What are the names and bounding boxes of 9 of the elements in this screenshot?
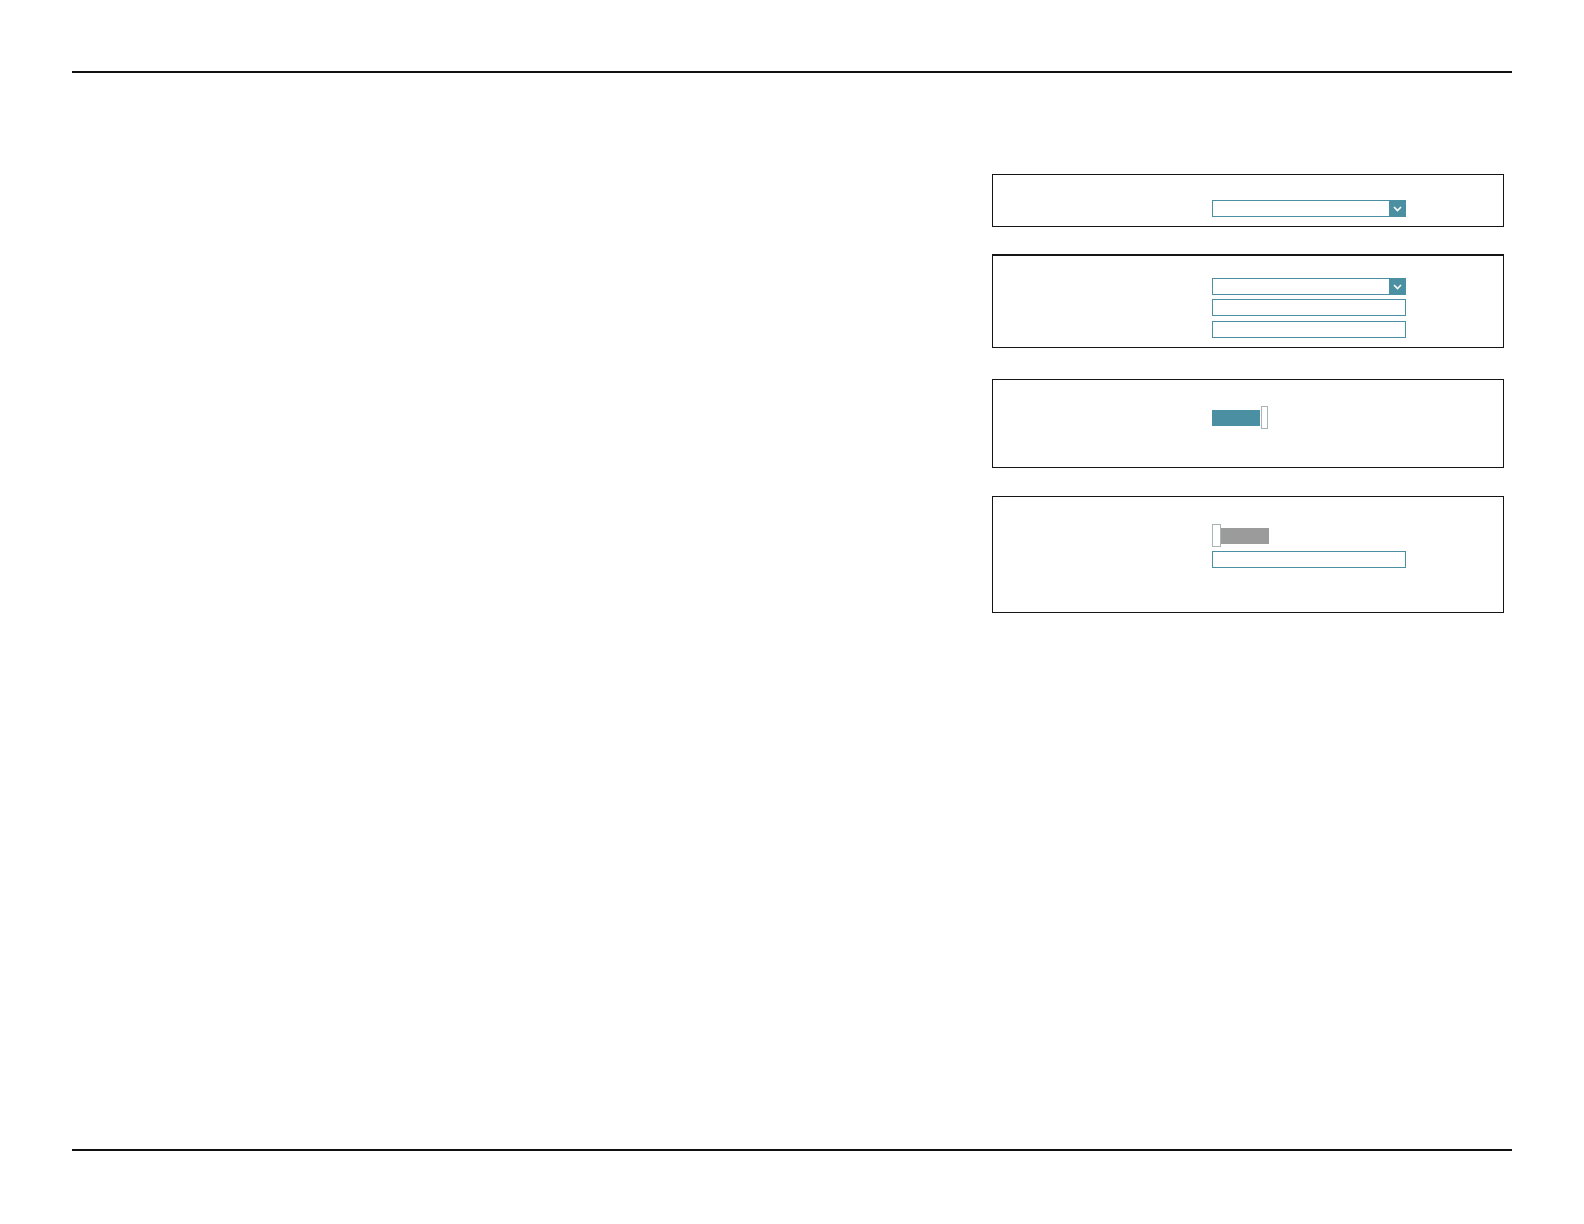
toggle-switch[interactable] (1212, 405, 1268, 429)
chevron-down-icon (1389, 277, 1406, 295)
dropdown-field[interactable] (1212, 277, 1406, 295)
input-field[interactable] (1212, 320, 1406, 338)
chevron-down-icon (1389, 199, 1406, 217)
toggle-switch[interactable] (1212, 523, 1269, 547)
dropdown-field[interactable] (1212, 199, 1406, 217)
input-field[interactable] (1212, 551, 1406, 568)
input-field[interactable] (1212, 299, 1406, 316)
